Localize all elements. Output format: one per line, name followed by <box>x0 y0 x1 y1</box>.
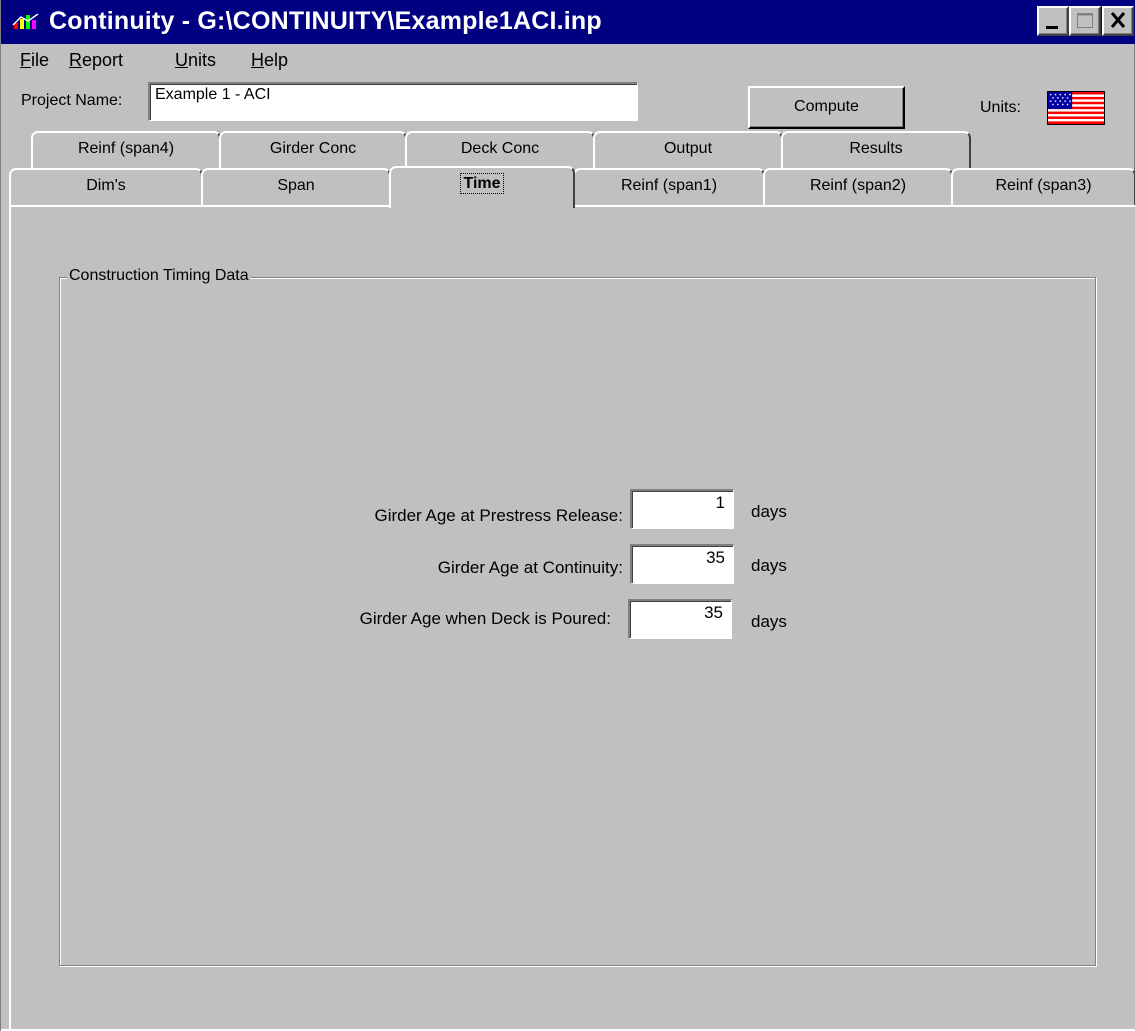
tab-reinf-span1[interactable]: Reinf (span1) <box>573 168 765 208</box>
title-bar[interactable]: Continuity - G:\CONTINUITY\Example1ACI.i… <box>1 0 1135 44</box>
maximize-button[interactable] <box>1069 6 1101 36</box>
menu-units-accel: U <box>175 50 188 70</box>
menu-units-rest: nits <box>188 50 217 70</box>
menu-units[interactable]: Units <box>175 50 216 71</box>
continuity-label: Girder Age at Continuity: <box>437 558 623 577</box>
tab-output[interactable]: Output <box>593 131 783 171</box>
menu-report-rest: eport <box>82 50 124 70</box>
tab-label: Output <box>663 140 713 157</box>
us-flag-icon[interactable] <box>1047 91 1105 125</box>
tab-label: Dim's <box>86 177 126 194</box>
tab-label: Reinf (span4) <box>77 140 175 157</box>
continuity-input[interactable]: 35 <box>630 544 734 584</box>
minimize-button[interactable] <box>1037 6 1069 36</box>
group-title: Construction Timing Data <box>67 267 251 285</box>
app-icon <box>11 11 41 33</box>
tab-label: Reinf (span2) <box>809 177 907 194</box>
prestress-release-input[interactable]: 1 <box>630 489 734 529</box>
prestress-release-unit: days <box>751 502 787 521</box>
tab-reinf-span2[interactable]: Reinf (span2) <box>763 168 953 208</box>
app-window: Continuity - G:\CONTINUITY\Example1ACI.i… <box>0 0 1135 1031</box>
maximize-icon <box>1077 13 1093 28</box>
tab-girder-conc[interactable]: Girder Conc <box>219 131 407 171</box>
tab-label: Reinf (span3) <box>995 177 1092 194</box>
prestress-release-label: Girder Age at Prestress Release: <box>374 506 623 525</box>
units-label: Units: <box>980 99 1021 116</box>
menu-file[interactable]: File <box>20 50 49 71</box>
tab-label: Time <box>460 173 504 194</box>
close-button[interactable] <box>1102 6 1134 36</box>
minimize-icon <box>1046 26 1058 29</box>
tab-label: Girder Conc <box>269 140 357 157</box>
tab-label: Deck Conc <box>460 140 540 157</box>
close-icon <box>1110 12 1126 28</box>
deck-poured-label: Girder Age when Deck is Poured: <box>359 609 611 628</box>
tab-label: Results <box>849 140 903 157</box>
tab-reinf-span3[interactable]: Reinf (span3) <box>951 168 1135 208</box>
menu-bar: File Report Units Help <box>1 46 1135 76</box>
menu-file-accel: F <box>20 50 31 70</box>
tab-dims[interactable]: Dim's <box>9 168 203 208</box>
tab-deck-conc[interactable]: Deck Conc <box>405 131 595 171</box>
menu-help[interactable]: Help <box>251 50 288 71</box>
tab-time[interactable]: Time <box>389 166 575 208</box>
menu-report-accel: R <box>69 50 82 70</box>
tab-span[interactable]: Span <box>201 168 391 208</box>
tab-label: Reinf (span1) <box>620 177 718 194</box>
deck-poured-input[interactable]: 35 <box>628 599 732 639</box>
menu-file-rest: ile <box>31 50 50 70</box>
tab-label: Span <box>277 177 315 194</box>
window-title: Continuity - G:\CONTINUITY\Example1ACI.i… <box>49 7 602 35</box>
menu-help-rest: elp <box>264 50 289 70</box>
tab-reinf-span4[interactable]: Reinf (span4) <box>31 131 221 171</box>
continuity-unit: days <box>751 556 787 575</box>
menu-help-accel: H <box>251 50 264 70</box>
project-name-input[interactable]: Example 1 - ACI <box>148 82 638 121</box>
deck-poured-unit: days <box>751 612 787 631</box>
project-name-label: Project Name: <box>21 92 123 109</box>
tab-results[interactable]: Results <box>781 131 971 171</box>
compute-button[interactable]: Compute <box>748 86 905 129</box>
menu-report[interactable]: Report <box>69 50 123 71</box>
